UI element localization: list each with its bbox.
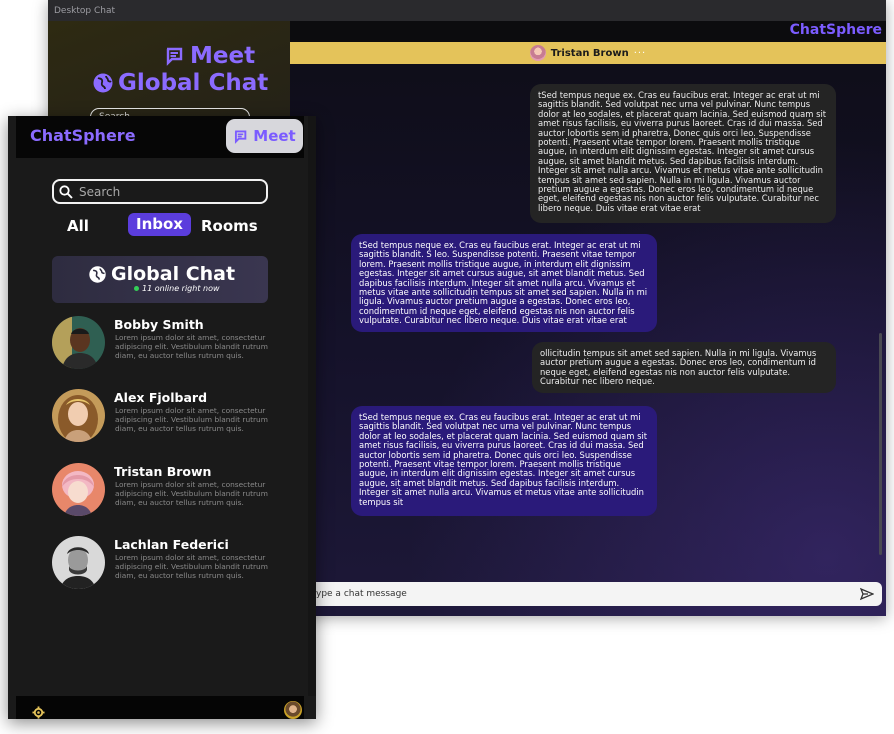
desktop-brand: ChatSphere (789, 22, 882, 38)
gear-icon[interactable] (32, 706, 45, 719)
desktop-global-chat-button[interactable]: Global Chat (92, 70, 268, 96)
chat-message-input[interactable]: ype a chat message (290, 582, 882, 606)
contact-preview: Lorem ipsum dolor sit amet, consectetur … (115, 553, 268, 580)
avatar (52, 316, 105, 369)
contact-preview: Lorem ipsum dolor sit amet, consectetur … (115, 406, 268, 433)
contact-name: Lachlan Federici (114, 537, 229, 552)
global-chat-label: Global Chat (111, 263, 236, 285)
mobile-meet-label: Meet (253, 127, 296, 145)
meet-icon (166, 47, 183, 66)
mobile-footer (16, 696, 304, 719)
message-bubble-outgoing: ollicitudin tempus sit amet sed sapien. … (532, 342, 836, 393)
composer-placeholder: ype a chat message (316, 589, 407, 599)
contact-preview: Lorem ipsum dolor sit amet, consectetur … (115, 480, 268, 507)
mobile-meet-button[interactable]: Meet (226, 119, 303, 153)
message-bubble-incoming: tSed tempus neque ex. Cras eu faucibus e… (351, 406, 657, 516)
avatar (529, 45, 546, 61)
tab-inbox[interactable]: Inbox (128, 213, 191, 236)
send-icon[interactable] (860, 587, 874, 601)
contact-item[interactable]: Alex Fjolbard Lorem ipsum dolor sit amet… (52, 389, 272, 449)
online-status: 11 online right now (134, 284, 220, 293)
mobile-brand: ChatSphere (30, 126, 136, 145)
tab-all[interactable]: All (67, 217, 89, 235)
online-dot (134, 286, 139, 291)
contact-item[interactable]: Tristan Brown Lorem ipsum dolor sit amet… (52, 463, 272, 523)
avatar (52, 463, 105, 516)
message-bubble-outgoing: tSed tempus neque ex. Cras eu faucibus e… (530, 84, 836, 223)
desktop-meet-label: Meet (190, 43, 256, 69)
search-input[interactable] (77, 183, 261, 200)
active-contact-bar[interactable]: Tristan Brown ··· (290, 42, 886, 64)
window-title: Desktop Chat (48, 0, 886, 21)
contact-preview: Lorem ipsum dolor sit amet, consectetur … (115, 333, 268, 360)
search-icon (59, 184, 73, 199)
tab-rooms[interactable]: Rooms (201, 217, 258, 235)
contact-name: Bobby Smith (114, 317, 204, 332)
desktop-meet-button[interactable]: Meet (164, 43, 255, 69)
globe-icon (89, 265, 106, 283)
contact-name: Alex Fjolbard (114, 390, 208, 405)
contact-item[interactable]: Lachlan Federici Lorem ipsum dolor sit a… (52, 536, 272, 596)
meet-icon (235, 129, 247, 144)
contact-name: Tristan Brown (114, 464, 212, 479)
desktop-brand-bar: ChatSphere (290, 21, 886, 42)
mobile-search-field[interactable] (52, 179, 268, 204)
desktop-global-chat-label: Global Chat (118, 70, 269, 96)
online-count-text: 11 online right now (142, 284, 220, 293)
mobile-chat-window: ChatSphere Meet All Inbox Rooms Global C… (8, 116, 316, 719)
avatar (52, 536, 105, 589)
message-bubble-incoming: tSed tempus neque ex. Cras eu faucibus e… (351, 234, 657, 332)
active-contact-name: Tristan Brown (550, 47, 629, 59)
globe-icon (93, 73, 113, 93)
avatar (52, 389, 105, 442)
chat-scrollbar[interactable] (879, 333, 882, 555)
global-chat-title: Global Chat (88, 263, 235, 285)
mobile-header: ChatSphere Meet (16, 116, 304, 158)
avatar[interactable] (284, 701, 302, 719)
more-icon[interactable]: ··· (634, 48, 647, 59)
mobile-scrollbar[interactable] (308, 116, 316, 696)
desktop-chat-panel: ChatSphere Tristan Brown ··· tSed tempus… (290, 21, 886, 616)
contact-item[interactable]: Bobby Smith Lorem ipsum dolor sit amet, … (52, 316, 272, 376)
global-chat-card[interactable]: Global Chat 11 online right now (52, 256, 268, 303)
